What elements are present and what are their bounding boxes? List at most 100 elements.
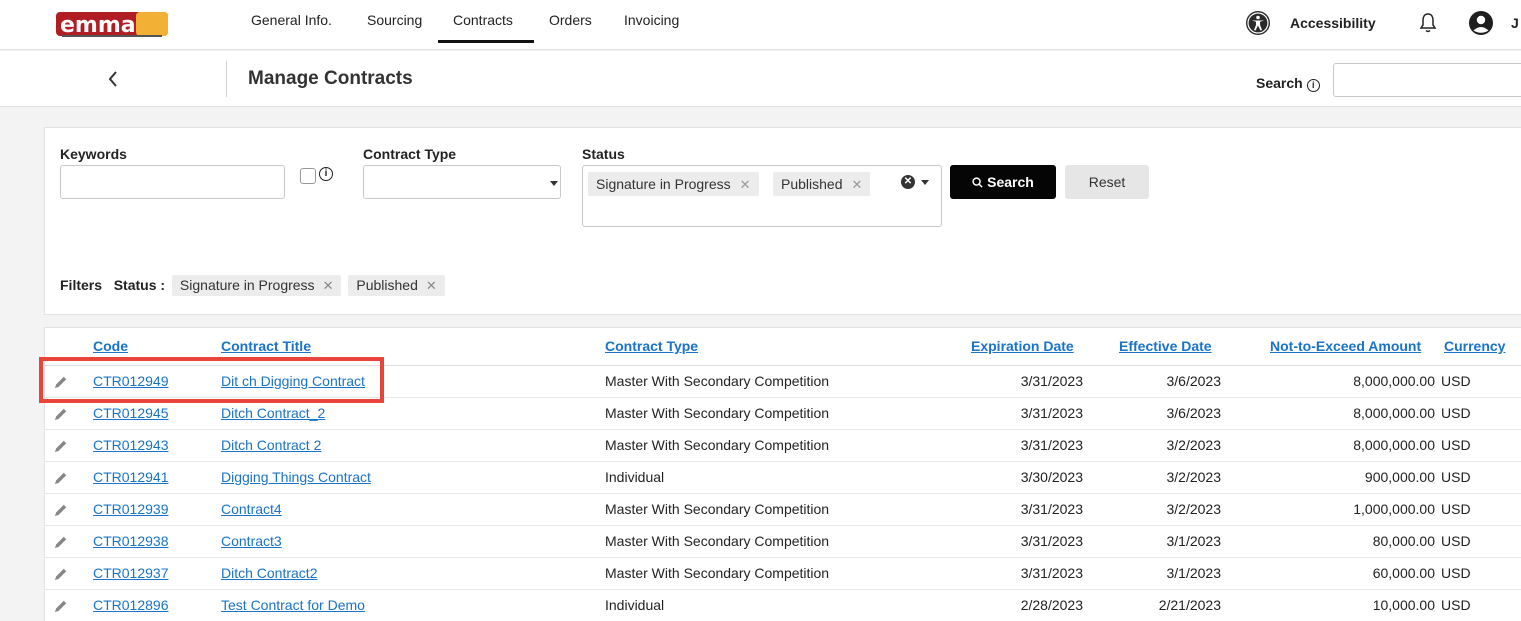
effective-date-cell: 3/2/2023: [1166, 501, 1222, 517]
applied-filters: Filters Status : Signature in Progress ✕ …: [60, 275, 445, 296]
status-select[interactable]: Signature in Progress ✕ Published ✕ ✕: [582, 165, 942, 227]
contract-title-link[interactable]: Ditch Contract_2: [221, 405, 325, 421]
accessibility-label[interactable]: Accessibility: [1290, 15, 1376, 31]
amount-cell: 80,000.00: [1372, 533, 1435, 549]
column-header-code[interactable]: Code: [93, 338, 128, 354]
contract-type-cell: Master With Secondary Competition: [605, 501, 830, 517]
contract-title-link[interactable]: Test Contract for Demo: [221, 597, 365, 613]
nav-orders[interactable]: Orders: [549, 12, 592, 28]
contract-title-link[interactable]: Contract3: [221, 533, 282, 549]
contract-type-cell: Master With Secondary Competition: [605, 437, 830, 453]
contract-title-link[interactable]: Contract4: [221, 501, 282, 517]
contract-title-link[interactable]: Ditch Contract 2: [221, 437, 321, 453]
clear-all-icon[interactable]: ✕: [901, 175, 915, 189]
contract-code-link[interactable]: CTR012938: [93, 533, 169, 549]
svg-text:emma: emma: [60, 13, 136, 38]
search-button-label: Search: [987, 174, 1034, 190]
pencil-icon[interactable]: [53, 438, 69, 454]
keywords-input[interactable]: [60, 165, 285, 199]
contract-code-link[interactable]: CTR012943: [93, 437, 169, 453]
remove-filter-icon[interactable]: ✕: [323, 278, 334, 293]
effective-date-cell: 3/2/2023: [1166, 469, 1222, 485]
effective-date-cell: 3/6/2023: [1166, 405, 1222, 421]
global-search-input[interactable]: [1333, 63, 1521, 97]
table-row: CTR012896 Test Contract for Demo Individua…: [45, 590, 1521, 621]
contract-code-link[interactable]: CTR012896: [93, 597, 169, 613]
reset-button[interactable]: Reset: [1065, 165, 1149, 199]
remove-filter-icon[interactable]: ✕: [426, 278, 437, 293]
contract-code-link[interactable]: CTR012937: [93, 565, 169, 581]
pencil-icon[interactable]: [53, 406, 69, 422]
amount-cell: 1,000,000.00: [1353, 501, 1435, 517]
search-icon: [972, 177, 983, 188]
contract-type-label: Contract Type: [363, 146, 457, 162]
bell-icon[interactable]: [1419, 12, 1437, 34]
status-chip-label: Signature in Progress: [596, 176, 731, 192]
expiration-date-cell: 3/31/2023: [1020, 405, 1083, 421]
expiration-date-cell: 3/31/2023: [1020, 437, 1083, 453]
chevron-left-icon[interactable]: [102, 67, 124, 91]
info-icon[interactable]: i: [1306, 79, 1320, 92]
chevron-down-icon: [550, 181, 558, 186]
user-name[interactable]: J: [1511, 15, 1519, 31]
info-icon[interactable]: i: [319, 167, 333, 181]
expiration-date-cell: 3/31/2023: [1020, 501, 1083, 517]
applied-filter-chip-label: Signature in Progress: [179, 277, 315, 293]
pencil-icon[interactable]: [53, 470, 69, 486]
nav-general-info[interactable]: General Info.: [251, 12, 332, 28]
contract-code-link[interactable]: CTR012945: [93, 405, 169, 421]
nav-contracts[interactable]: Contracts: [453, 12, 513, 28]
contract-type-cell: Master With Secondary Competition: [605, 373, 830, 389]
applied-filter-chip-label: Published: [356, 277, 418, 293]
keywords-checkbox[interactable]: [300, 168, 316, 184]
table-row: CTR012943 Ditch Contract 2 Master With Sec…: [45, 430, 1521, 462]
active-tab-indicator: [438, 40, 534, 43]
status-chip: Signature in Progress ✕: [588, 172, 759, 196]
effective-date-cell: 3/6/2023: [1166, 373, 1222, 389]
column-header-title[interactable]: Contract Title: [221, 338, 311, 354]
applied-filter-chip: Signature in Progress ✕: [171, 275, 342, 296]
expiration-date-cell: 3/31/2023: [1020, 565, 1083, 581]
expiration-date-cell: 3/30/2023: [1020, 469, 1083, 485]
remove-chip-icon[interactable]: ✕: [852, 177, 863, 192]
chevron-down-icon[interactable]: [921, 180, 929, 185]
contract-type-cell: Master With Secondary Competition: [605, 565, 830, 581]
header-divider: [226, 61, 227, 97]
pencil-icon[interactable]: [53, 534, 69, 550]
currency-cell: USD: [1441, 533, 1471, 549]
amount-cell: 60,000.00: [1372, 565, 1435, 581]
keywords-label: Keywords: [60, 146, 127, 162]
effective-date-cell: 3/1/2023: [1166, 533, 1222, 549]
effective-date-cell: 3/1/2023: [1166, 565, 1222, 581]
nav-invoicing[interactable]: Invoicing: [624, 12, 679, 28]
applied-status-label: Status :: [113, 277, 166, 293]
contract-title-link[interactable]: Ditch Contract2: [221, 565, 317, 581]
pencil-icon[interactable]: [53, 566, 69, 582]
amount-cell: 10,000.00: [1372, 597, 1435, 613]
expiration-date-cell: 3/31/2023: [1020, 373, 1083, 389]
filter-panel: Keywords i Contract Type Status Signatur…: [44, 127, 1521, 315]
search-button[interactable]: Search: [950, 165, 1056, 199]
column-header-expiration[interactable]: Expiration Date: [971, 338, 1074, 354]
applied-filter-chip: Published ✕: [348, 275, 445, 296]
pencil-icon[interactable]: [53, 502, 69, 518]
page-title: Manage Contracts: [248, 68, 413, 89]
contract-type-cell: Individual: [605, 469, 665, 485]
contract-code-link[interactable]: CTR012941: [93, 469, 169, 485]
currency-cell: USD: [1441, 437, 1471, 453]
emma-logo[interactable]: emma: [56, 8, 168, 40]
column-header-currency[interactable]: Currency: [1444, 338, 1505, 354]
contract-type-select[interactable]: [363, 165, 561, 199]
remove-chip-icon[interactable]: ✕: [740, 177, 751, 192]
accessibility-icon[interactable]: [1245, 10, 1271, 36]
user-icon[interactable]: [1468, 10, 1494, 36]
contract-code-link[interactable]: CTR012939: [93, 501, 169, 517]
pencil-icon[interactable]: [53, 598, 69, 614]
column-header-type[interactable]: Contract Type: [605, 338, 698, 354]
nav-sourcing[interactable]: Sourcing: [367, 12, 422, 28]
effective-date-cell: 3/2/2023: [1166, 437, 1222, 453]
amount-cell: 8,000,000.00: [1353, 405, 1435, 421]
contract-title-link[interactable]: Digging Things Contract: [221, 469, 371, 485]
column-header-amount[interactable]: Not-to-Exceed Amount: [1270, 338, 1421, 354]
column-header-effective[interactable]: Effective Date: [1119, 338, 1212, 354]
